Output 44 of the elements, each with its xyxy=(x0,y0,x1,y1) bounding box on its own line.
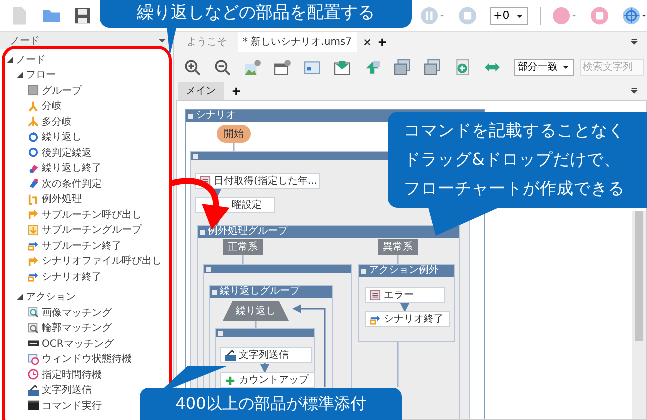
sheet-tab[interactable]: メイン xyxy=(178,82,224,100)
search-field[interactable]: 検索文字列 xyxy=(580,58,644,76)
tree-item[interactable]: ウィンドウ状態待機 xyxy=(42,352,132,366)
document-tab[interactable]: * 新しいシナリオ.ums7 xyxy=(238,32,358,52)
tree-item[interactable]: 繰り返し xyxy=(42,130,82,144)
step-label: 文字列送信 xyxy=(239,348,289,362)
tree-item[interactable]: 多分岐 xyxy=(42,114,72,129)
callout-text: コマンドを記載することなく xyxy=(404,120,625,142)
tree-item[interactable]: アクション xyxy=(26,290,76,304)
tree-item[interactable]: グループ xyxy=(42,84,82,98)
tree-item[interactable]: 分岐 xyxy=(42,99,62,114)
tree-item[interactable]: 繰り返し終了 xyxy=(42,161,102,176)
step-label: カウントアップ xyxy=(239,374,309,387)
tree-item[interactable]: シナリオ終了 xyxy=(42,270,102,284)
tree-item[interactable]: サブルーチン呼び出し xyxy=(42,208,142,222)
tree-item[interactable]: コマンド実行 xyxy=(42,398,102,413)
tree-item[interactable]: 例外処理 xyxy=(42,192,82,206)
tree-item[interactable]: 輪郭マッチング xyxy=(42,321,112,336)
tree-item[interactable]: シナリオファイル呼び出し xyxy=(42,254,162,268)
callout-text: 400以上の部品が標準添付 xyxy=(176,394,366,415)
tree-item[interactable]: OCRマッチング xyxy=(42,336,114,351)
callout-text: 繰り返しなどの部品を配置する xyxy=(137,2,375,24)
callout-text: フローチャートが作成できる xyxy=(404,178,625,200)
step-label: シナリオ終了 xyxy=(384,313,444,326)
tree-item[interactable]: フロー xyxy=(26,68,56,82)
step-label: エラー xyxy=(384,289,414,302)
tree-item[interactable]: 画像マッチング xyxy=(42,306,112,320)
group-title-bar: アクション例外 xyxy=(359,265,454,277)
tree-item[interactable]: 後判定繰返 xyxy=(42,146,92,160)
tree-item[interactable]: 指定時間待機 xyxy=(42,368,102,382)
step-label: 日付取得(指定した年... xyxy=(214,174,318,188)
callout-text: ドラッグ&ドロップだけで、 xyxy=(404,149,621,171)
tree-item[interactable]: サブルーチン終了 xyxy=(42,238,122,253)
step-label: 曜設定 xyxy=(232,198,262,212)
branch-node: 異常系 xyxy=(378,239,418,255)
tree-item[interactable]: 次の条件判定 xyxy=(42,176,102,191)
speed-dropdown[interactable]: +0 xyxy=(490,6,528,24)
tree-item[interactable]: ノード xyxy=(16,52,46,67)
panel-title: ノード xyxy=(10,34,40,48)
match-mode-dropdown[interactable]: 部分一致 xyxy=(514,58,574,76)
tree-item[interactable]: サブルーチングループ xyxy=(42,223,142,238)
tree-item[interactable]: 文字列送信 xyxy=(42,383,92,398)
branch-node: 正常系 xyxy=(223,239,263,255)
start-node: 開始 xyxy=(217,125,251,143)
